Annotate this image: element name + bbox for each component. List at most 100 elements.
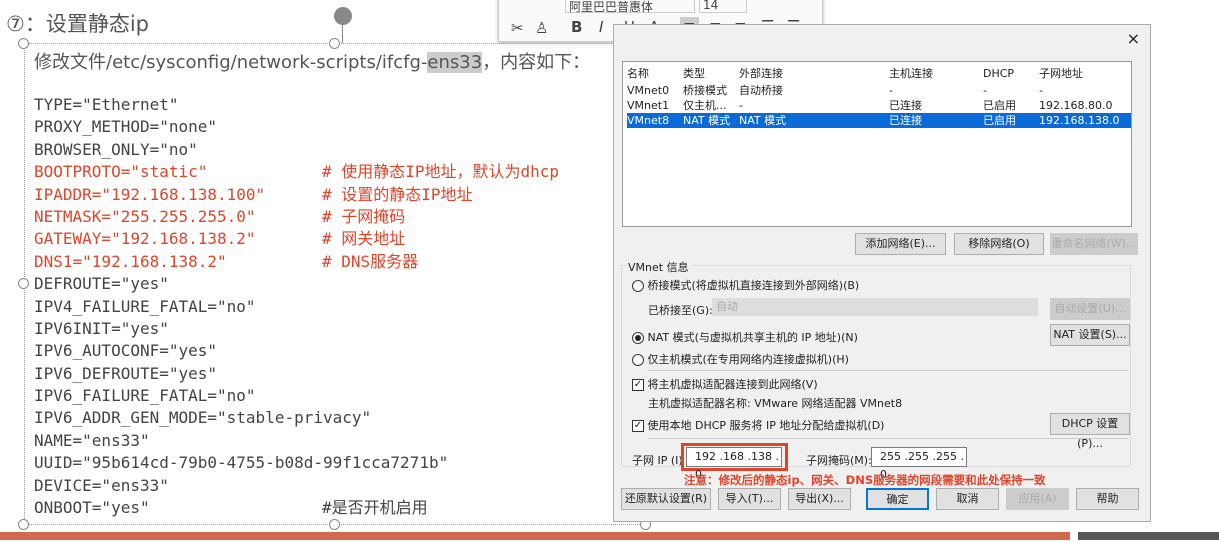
code-text: BOOTPROTO="static" [34,162,208,182]
font-size-select[interactable]: 14 [699,0,747,13]
apply-button[interactable]: 应用(A) [1006,488,1069,510]
dhcp-settings-button[interactable]: DHCP 设置(P)... [1050,413,1130,450]
code-line: IPV6_FAILURE_FATAL="no" [34,385,448,407]
code-text: NETMASK="255.255.255.0" [34,206,256,226]
cell: 已启用 [983,99,1016,112]
code-text: TYPE="Ethernet" [34,95,179,114]
bar-end [1078,532,1219,540]
rotate-handle-icon[interactable] [334,7,352,25]
dhcp-checkbox[interactable]: ✓ 使用本地 DHCP 服务将 IP 地址分配给虚拟机(D) [632,417,884,433]
bridged-to-select[interactable]: 自动 [712,298,1038,316]
remove-network-button[interactable]: 移除网络(O) [954,233,1044,255]
host-only-radio[interactable]: 仅主机模式(在专用网络内连接虚拟机)(H) [632,351,849,367]
auto-settings-button[interactable]: 自动设置(U)... [1050,298,1130,320]
resize-handle[interactable] [18,38,29,49]
config-code: TYPE="Ethernet" PROXY_METHOD="none" BROWSE… [34,94,559,519]
code-text: PROXY_METHOD="none" [34,117,218,137]
network-list[interactable]: 名称 类型 外部连接 主机连接 DHCP 子网地址 VMnet0 桥接模式 自动桥接 - - - VMn… [622,61,1132,227]
cell: 192.168.138.0 [1039,114,1120,127]
bold-button[interactable]: B [571,18,582,36]
code-text: IPV4_FAILURE_FATAL="no" [34,296,256,316]
cell: - [739,99,743,112]
cell: 子网地址 [1039,67,1083,80]
format-painter-icon[interactable]: ♙ [535,19,548,37]
code-line: NETMASK="255.255.255.0" # 子网掩码 [34,206,448,228]
code-line: NAME="ens33" [34,430,448,452]
subnet-ip-label: 子网 IP (I) [632,454,683,467]
ok-button[interactable]: 确定 [866,488,929,510]
list-header[interactable]: 名称 类型 外部连接 主机连接 DHCP 子网地址 [627,66,1131,81]
cell: 已启用 [983,114,1016,127]
cell: 类型 [683,67,705,80]
code-line: IPADDR="192.168.138.100" # 设置的静态IP地址 [34,184,473,206]
code-line: ONBOOT="yes" #是否开机启用 [34,497,448,519]
cell: NAT 模式 [739,114,787,127]
rotate-line [342,25,343,43]
nat-radio[interactable]: NAT 模式(与虚拟机共享主机的 IP 地址)(N) [632,329,858,345]
code-line: DNS1="192.168.138.2" # DNS服务器 [34,251,448,273]
font-select[interactable]: 阿里巴巴普惠体 [565,0,695,14]
code-line: BROWSER_ONLY="no" [34,139,448,161]
bridge-radio[interactable]: 桥接模式(将虚拟机直接连接到外部网络)(B) [632,277,859,293]
code-line: IPV6_ADDR_GEN_MODE="stable-privacy" [34,407,448,429]
cell: 仅主机... [683,99,727,112]
cell: - [889,84,893,97]
table-row[interactable]: VMnet1 仅主机... - 已连接 已启用 192.168.80.0 [627,98,1131,113]
subnet-mask-input[interactable]: 255 .255 .255 . 0 [871,447,967,481]
virtual-network-editor-dialog: × 名称 类型 外部连接 主机连接 DHCP 子网地址 VMnet0 桥接模式 自动桥接 - - - V… [613,24,1151,522]
code-text: IPV6INIT="yes" [34,318,169,338]
cell: DHCP [983,67,1015,80]
code-comment: # 子网掩码 [322,206,406,226]
resize-handle[interactable] [18,519,29,530]
resize-handle[interactable] [18,278,29,289]
code-text: NAME="ens33" [34,430,150,450]
host-only-label: 仅主机模式(在专用网络内连接虚拟机)(H) [647,353,849,366]
code-comment: # DNS服务器 [322,251,419,271]
cell: 主机连接 [889,67,933,80]
code-text: IPV6_AUTOCONF="yes" [34,341,218,361]
cell: 名称 [627,67,649,80]
slide-title: ⑦：设置静态ip [6,12,149,36]
resize-handle[interactable] [329,519,340,530]
table-row[interactable]: VMnet0 桥接模式 自动桥接 - - - [627,83,1131,98]
cell: 自动桥接 [739,84,783,97]
help-button[interactable]: 帮助 [1076,488,1139,510]
code-comment: # 使用静态IP地址，默认为dhcp [322,162,560,182]
add-network-button[interactable]: 添加网络(E)... [855,233,946,255]
cell: 192.168.80.0 [1039,99,1113,112]
cell: 已连接 [889,114,922,127]
code-text: DNS1="192.168.138.2" [34,251,227,271]
cell: VMnet8 [627,114,670,127]
close-icon[interactable]: × [1127,29,1140,48]
code-text: IPADDR="192.168.138.100" [34,184,266,204]
cut-icon[interactable]: ✂ [511,19,524,37]
code-text: UUID="95b614cd-79b0-4755-b08d-99f1cca727… [34,453,449,473]
restore-defaults-button[interactable]: 还原默认设置(R) [621,488,711,510]
divider [648,438,1128,439]
code-line: IPV6_AUTOCONF="yes" [34,340,448,362]
subnet-ip-input[interactable]: 192 .168 .138 . 0 [686,447,782,481]
code-line: IPV4_FAILURE_FATAL="no" [34,296,448,318]
code-text: ONBOOT="yes" [34,498,150,518]
connect-adapter-checkbox[interactable]: ✓ 将主机虚拟适配器连接到此网络(V) [632,376,818,392]
code-text: GATEWAY="192.168.138.2" [34,229,256,249]
code-text: IPV6_DEFROUTE="yes" [34,363,218,383]
nat-settings-button[interactable]: NAT 设置(S)... [1050,324,1130,346]
progress-bar [0,532,1070,540]
italic-button[interactable]: I [599,18,603,36]
code-line: GATEWAY="192.168.138.2" # 网关地址 [34,228,448,250]
import-button[interactable]: 导入(T)... [718,488,781,510]
rename-network-button[interactable]: 重命名网络(W)... [1050,233,1138,255]
cell: VMnet0 [627,84,670,97]
cell: 已连接 [889,99,922,112]
cell: - [1039,84,1043,97]
code-line: IPV6_DEFROUTE="yes" [34,363,448,385]
cancel-button[interactable]: 取消 [936,488,999,510]
table-row[interactable]: VMnet8 NAT 模式 NAT 模式 已连接 已启用 192.168.138.0 [627,113,1131,128]
dhcp-label: 使用本地 DHCP 服务将 IP 地址分配给虚拟机(D) [647,419,885,432]
export-button[interactable]: 导出(X)... [788,488,851,510]
bridged-to-label: 已桥接至(G): [648,304,713,317]
code-comment: #是否开机启用 [322,498,428,518]
code-line: IPV6INIT="yes" [34,318,448,340]
annotation-note: 注意：修改后的静态ip、网关、DNS服务器的网段需要和此处保持一致 [684,473,1046,487]
